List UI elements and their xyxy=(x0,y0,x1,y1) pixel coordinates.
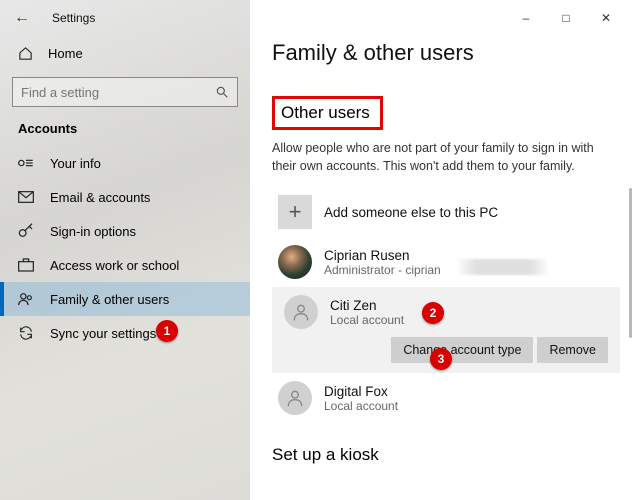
minimize-button[interactable]: – xyxy=(506,6,546,30)
user-subtitle: Local account xyxy=(330,313,404,327)
app-title: Settings xyxy=(52,11,95,25)
add-user-label: Add someone else to this PC xyxy=(324,205,498,220)
user-subtitle: Administrator - ciprian xyxy=(324,263,441,277)
plus-icon: + xyxy=(278,195,312,229)
user-subtitle: Local account xyxy=(324,399,398,413)
sidebar-item-email-accounts[interactable]: Email & accounts xyxy=(0,180,250,214)
main-content: – □ ✕ Family & other users Other users A… xyxy=(250,0,634,500)
section-description: Allow people who are not part of your fa… xyxy=(272,140,612,175)
home-icon xyxy=(18,46,34,61)
section-title-kiosk: Set up a kiosk xyxy=(272,445,620,465)
sidebar-item-access-work-school[interactable]: Access work or school xyxy=(0,248,250,282)
user-name: Digital Fox xyxy=(324,384,398,399)
email-icon xyxy=(18,189,34,205)
sidebar-item-label: Sync your settings xyxy=(50,326,156,341)
avatar xyxy=(278,381,312,415)
sidebar-top: ← Settings xyxy=(0,0,250,36)
search-input[interactable] xyxy=(21,85,201,100)
sidebar-item-label: Email & accounts xyxy=(50,190,150,205)
user-row[interactable]: Digital Fox Local account xyxy=(272,373,620,423)
other-users-list: + Add someone else to this PC Ciprian Ru… xyxy=(272,187,620,423)
redaction-blur xyxy=(458,259,548,275)
window-controls: – □ ✕ xyxy=(506,6,626,30)
maximize-button[interactable]: □ xyxy=(546,6,586,30)
avatar xyxy=(284,295,318,329)
sidebar-item-label: Your info xyxy=(50,156,101,171)
add-user-row[interactable]: + Add someone else to this PC xyxy=(272,187,620,237)
your-info-icon xyxy=(18,155,34,171)
home-label: Home xyxy=(48,46,83,61)
sidebar-item-label: Access work or school xyxy=(50,258,179,273)
annotation-marker-3: 3 xyxy=(430,348,452,370)
user-row[interactable]: Citi Zen Local account xyxy=(278,287,614,331)
search-box[interactable] xyxy=(12,77,238,107)
sidebar-item-home[interactable]: Home xyxy=(0,36,250,71)
key-icon xyxy=(18,223,34,239)
sidebar-item-label: Sign-in options xyxy=(50,224,136,239)
close-button[interactable]: ✕ xyxy=(586,6,626,30)
back-arrow-icon[interactable]: ← xyxy=(14,9,30,27)
search-icon xyxy=(215,85,229,99)
sidebar-item-label: Family & other users xyxy=(50,292,169,307)
sync-icon xyxy=(18,325,34,341)
user-row[interactable]: Ciprian Rusen Administrator - ciprian xyxy=(272,237,620,287)
sidebar-item-signin-options[interactable]: Sign-in options xyxy=(0,214,250,248)
user-name: Citi Zen xyxy=(330,298,404,313)
sidebar-group-accounts: Accounts xyxy=(0,121,250,146)
annotation-marker-1: 1 xyxy=(156,320,178,342)
annotation-marker-2: 2 xyxy=(422,302,444,324)
sidebar-item-your-info[interactable]: Your info xyxy=(0,146,250,180)
scrollbar[interactable] xyxy=(629,188,632,338)
page-title: Family & other users xyxy=(272,40,620,66)
settings-window: ← Settings Home Accounts Your info xyxy=(0,0,634,500)
briefcase-icon xyxy=(18,257,34,273)
sidebar-list: Your info Email & accounts Sign-in optio… xyxy=(0,146,250,350)
user-name: Ciprian Rusen xyxy=(324,248,441,263)
people-icon xyxy=(18,291,34,307)
sidebar-item-sync-settings[interactable]: Sync your settings xyxy=(0,316,250,350)
remove-button[interactable]: Remove xyxy=(537,337,608,363)
section-title-other-users: Other users xyxy=(272,96,383,130)
change-account-type-button[interactable]: Change account type xyxy=(391,337,533,363)
avatar xyxy=(278,245,312,279)
sidebar-item-family-other-users[interactable]: Family & other users xyxy=(0,282,250,316)
sidebar: ← Settings Home Accounts Your info xyxy=(0,0,250,500)
